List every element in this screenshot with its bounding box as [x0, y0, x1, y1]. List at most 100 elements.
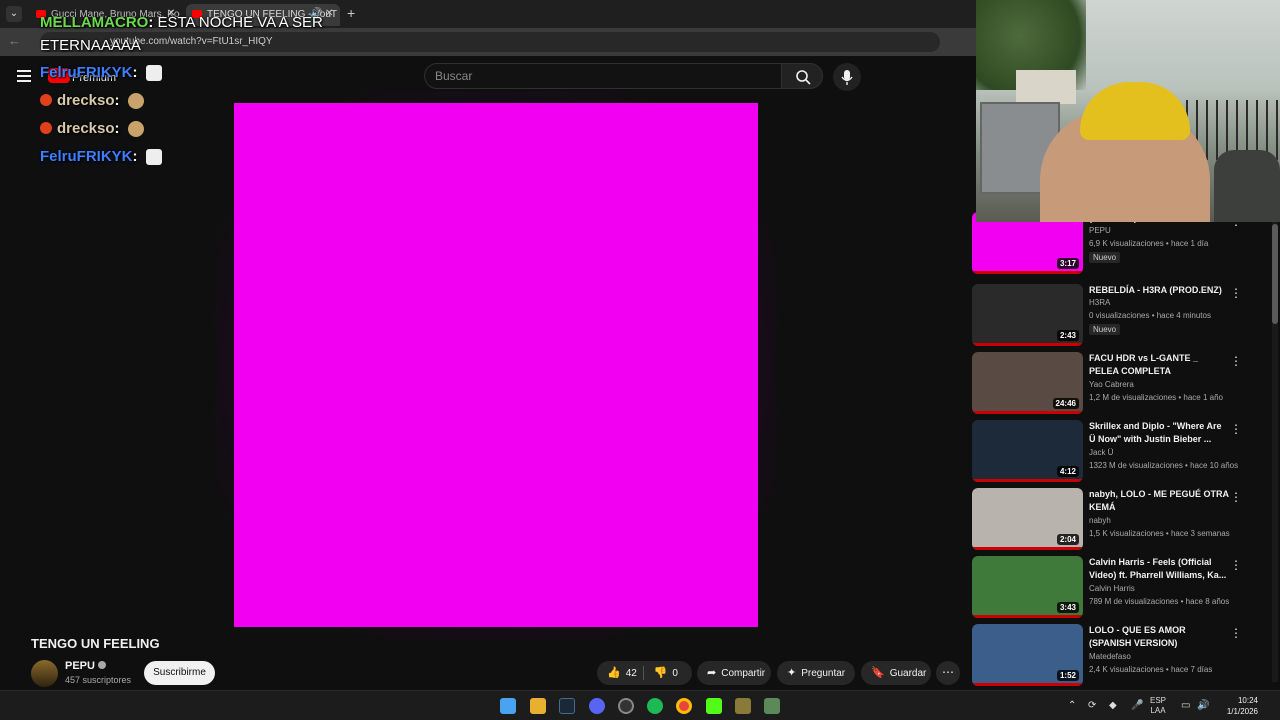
volume-icon[interactable]: 🔊 [1197, 700, 1209, 711]
recommendation-thumbnail[interactable]: 2:43 [972, 284, 1083, 346]
scrollbar-thumb[interactable] [1272, 224, 1278, 324]
webcam-building [1016, 70, 1076, 104]
chat-text: ESTA NOCHE VA A SER [157, 14, 323, 31]
watch-progress-bar [972, 411, 1083, 414]
webcam-chair [1214, 150, 1280, 222]
bald-emote-icon [127, 121, 144, 138]
search-button[interactable] [781, 63, 823, 89]
chrome-icon[interactable] [676, 698, 692, 714]
share-arrow-icon: ➦ [707, 667, 717, 679]
recommendation-item[interactable]: 2:04 nabyh, LOLO - ME PEGUÉ OTRA KEMÁ naby… [972, 488, 1272, 552]
recommendation-thumbnail[interactable]: 1:52 [972, 624, 1083, 686]
chat-username: MELLAMACRO [40, 14, 149, 31]
recommendation-thumbnail[interactable]: 4:12 [972, 420, 1083, 482]
watch-progress-bar [972, 479, 1083, 482]
chat-badge-icon [40, 122, 52, 134]
dislike-count[interactable]: 0 [672, 668, 678, 679]
like-count[interactable]: 42 [626, 668, 637, 679]
hamburger-menu-icon[interactable] [17, 70, 31, 82]
tray-chevron-icon[interactable]: ⌃ [1068, 700, 1076, 711]
more-options-icon[interactable]: ⋮ [1230, 490, 1242, 504]
steam-icon[interactable] [559, 698, 575, 714]
clock-date: 1/1/2026 [1226, 707, 1258, 716]
recommendation-thumbnail[interactable]: 2:04 [972, 488, 1083, 550]
chat-message: FelruFRIKYK: [40, 148, 162, 166]
video-player[interactable] [234, 103, 758, 627]
recommendation-channel[interactable]: Jack Ü [1089, 448, 1113, 457]
browser-toolbar: ← youtube.com/watch?v=FtU1sr_HIQY [0, 28, 976, 56]
more-options-icon[interactable]: ⋮ [1230, 558, 1242, 572]
watch-progress-bar [972, 683, 1083, 686]
ask-button[interactable]: ✦ Preguntar [777, 661, 855, 685]
recommendation-meta: 789 M de visualizaciones • hace 8 años [1089, 597, 1230, 606]
more-options-icon[interactable]: ⋮ [1230, 422, 1242, 436]
chat-username: dreckso [57, 92, 115, 109]
app-stack-icon[interactable] [764, 698, 780, 714]
duration-badge: 1:52 [1056, 670, 1079, 681]
duration-badge: 4:12 [1056, 466, 1079, 477]
tray-mic-icon[interactable]: 🎤 [1131, 700, 1143, 711]
recommendation-channel[interactable]: Matedefaso [1089, 652, 1131, 661]
tray-sync-icon[interactable]: ⟳ [1088, 700, 1096, 711]
channel-name-text: PEPU [65, 660, 95, 672]
recommendation-title[interactable]: nabyh, LOLO - ME PEGUÉ OTRA KEMÁ [1089, 488, 1229, 514]
duration-badge: 3:17 [1056, 258, 1079, 269]
windows-start-icon[interactable] [500, 698, 516, 714]
more-options-icon[interactable]: ⋮ [1230, 286, 1242, 300]
app-icon[interactable] [735, 698, 751, 714]
discord-icon[interactable] [589, 698, 605, 714]
back-arrow-icon[interactable]: ← [8, 33, 21, 48]
more-options-icon[interactable]: ⋮ [1230, 354, 1242, 368]
recommendation-item[interactable]: 2:43 REBELDÍA - H3RA (PROD.ENZ) H3RA 0 visu… [972, 284, 1272, 348]
kick-icon[interactable] [706, 698, 722, 714]
duration-badge: 2:04 [1056, 534, 1079, 545]
save-label: Guardar [889, 668, 927, 679]
sidebar-scrollbar[interactable] [1272, 222, 1278, 682]
recommendation-channel[interactable]: Yao Cabrera [1089, 380, 1134, 389]
mute-emote-icon [145, 65, 162, 82]
address-bar[interactable]: youtube.com/watch?v=FtU1sr_HIQY [40, 32, 940, 52]
network-icon[interactable]: ▭ [1181, 700, 1190, 711]
channel-name[interactable]: PEPU [65, 660, 106, 672]
more-options-icon[interactable]: ⋮ [1230, 626, 1242, 640]
tab-list-button[interactable]: ⌄ [6, 6, 22, 22]
recommendation-item[interactable]: 1:52 LOLO - QUE ES AMOR (SPANISH VERSION)… [972, 624, 1272, 688]
language-secondary: LAA [1150, 706, 1166, 715]
recommendation-title[interactable]: LOLO - QUE ES AMOR (SPANISH VERSION) [1089, 624, 1229, 650]
subscribe-button[interactable]: Suscribirme [144, 661, 215, 685]
close-tab-icon[interactable]: ✕ [325, 8, 333, 19]
language-indicator[interactable]: ESP LAA [1150, 696, 1166, 716]
file-explorer-icon[interactable] [530, 698, 546, 714]
voice-search-button[interactable] [833, 63, 861, 91]
more-actions-icon[interactable]: ⋯ [936, 661, 960, 685]
watch-progress-bar [972, 547, 1083, 550]
recommendation-channel[interactable]: Calvin Harris [1089, 584, 1135, 593]
share-button[interactable]: ➦ Compartir [697, 661, 771, 685]
recommendation-item[interactable]: 3:43 Calvin Harris - Feels (Official Vide… [972, 556, 1272, 620]
recommendation-item[interactable]: 24:46 FACU HDR vs L-GANTE _ PELEA COMPLET… [972, 352, 1272, 416]
thumbs-up-icon[interactable]: 👍 [607, 667, 621, 679]
duration-badge: 3:43 [1056, 602, 1079, 613]
tray-app-icon[interactable]: ◆ [1109, 700, 1117, 711]
recommendation-channel[interactable]: PEPU [1089, 226, 1111, 235]
recommendation-channel[interactable]: H3RA [1089, 298, 1110, 307]
save-button[interactable]: 🔖 Guardar [861, 661, 931, 685]
recommendation-meta: 1,5 K visualizaciones • hace 3 semanas [1089, 529, 1230, 538]
recommendation-meta: 6,9 K visualizaciones • hace 1 día [1089, 239, 1209, 248]
recommendation-title[interactable]: Skrillex and Diplo - "Where Are Ü Now" w… [1089, 420, 1229, 446]
obs-icon[interactable] [618, 698, 634, 714]
thumbs-down-icon[interactable]: 👎 [654, 667, 668, 679]
new-tab-icon[interactable]: + [347, 5, 355, 21]
language-primary: ESP [1150, 696, 1167, 705]
recommendation-title[interactable]: FACU HDR vs L-GANTE _ PELEA COMPLETA [1089, 352, 1229, 378]
recommendation-channel[interactable]: nabyh [1089, 516, 1111, 525]
system-clock[interactable]: 10:24 1/1/2026 [1218, 695, 1258, 717]
recommendation-thumbnail[interactable]: 24:46 [972, 352, 1083, 414]
spotify-icon[interactable] [647, 698, 663, 714]
recommendation-item[interactable]: 4:12 Skrillex and Diplo - "Where Are Ü No… [972, 420, 1272, 484]
search-input[interactable]: Buscar [424, 63, 782, 89]
recommendation-thumbnail[interactable]: 3:43 [972, 556, 1083, 618]
channel-avatar[interactable] [31, 660, 58, 687]
recommendation-title[interactable]: REBELDÍA - H3RA (PROD.ENZ) [1089, 284, 1229, 297]
recommendation-title[interactable]: Calvin Harris - Feels (Official Video) f… [1089, 556, 1229, 582]
